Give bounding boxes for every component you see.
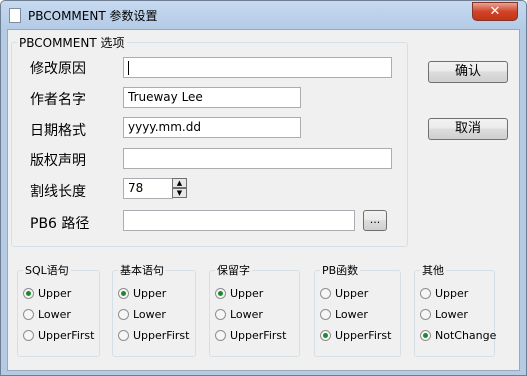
reason-label: 修改原因 [30, 61, 86, 77]
author-label: 作者名字 [30, 92, 86, 108]
option-group-legend: PB函数 [322, 264, 359, 277]
radio-option-upperfirst[interactable]: UpperFirst [23, 329, 94, 342]
browse-button[interactable]: ... [363, 210, 387, 231]
radio-option-upperfirst[interactable]: UpperFirst [118, 329, 189, 342]
radio-button-icon[interactable] [420, 287, 431, 299]
option-group-legend: SQL语句 [25, 264, 69, 277]
radio-option-lower[interactable]: Lower [420, 308, 468, 321]
radio-button-icon[interactable] [118, 287, 129, 299]
radio-label: UpperFirst [335, 329, 392, 342]
radio-button-icon[interactable] [23, 308, 34, 320]
line-length-stepper[interactable]: ▲ ▼ [172, 178, 187, 199]
radio-option-lower[interactable]: Lower [23, 308, 71, 321]
radio-button-icon[interactable] [420, 329, 431, 341]
option-group-legend: 其他 [422, 264, 444, 277]
text-caret [128, 60, 129, 75]
radio-button-icon[interactable] [320, 287, 331, 299]
spin-up-icon[interactable]: ▲ [172, 178, 187, 188]
radio-button-icon[interactable] [23, 287, 34, 299]
radio-label: NotChange [435, 329, 497, 342]
radio-button-icon[interactable] [118, 308, 129, 320]
radio-button-icon[interactable] [215, 287, 226, 299]
radio-option-upperfirst[interactable]: UpperFirst [320, 329, 391, 342]
date-format-input[interactable]: yyyy.mm.dd [123, 117, 301, 138]
radio-option-upper[interactable]: Upper [215, 287, 263, 300]
pb6-path-label: PB6 路径 [30, 216, 90, 232]
radio-button-icon[interactable] [118, 329, 129, 341]
radio-label: UpperFirst [38, 329, 95, 342]
radio-label: Upper [435, 287, 469, 300]
radio-label: Lower [335, 308, 368, 321]
radio-label: Lower [435, 308, 468, 321]
close-button[interactable]: ✕ [472, 2, 518, 21]
radio-option-upper[interactable]: Upper [23, 287, 71, 300]
spin-down-icon[interactable]: ▼ [172, 188, 187, 198]
window-icon [9, 8, 21, 23]
radio-option-upper[interactable]: Upper [420, 287, 468, 300]
line-length-label: 割线长度 [30, 184, 86, 200]
pb6-path-input[interactable] [123, 210, 355, 231]
radio-button-icon[interactable] [215, 308, 226, 320]
radio-button-icon[interactable] [320, 308, 331, 320]
ok-button[interactable]: 确认 [428, 61, 508, 83]
radio-button-icon[interactable] [23, 329, 34, 341]
option-group-legend: 基本语句 [120, 264, 164, 277]
title-bar[interactable]: PBCOMMENT 参数设置 ✕ [1, 1, 526, 29]
cancel-button[interactable]: 取消 [428, 118, 508, 140]
radio-button-icon[interactable] [215, 329, 226, 341]
radio-label: Lower [133, 308, 166, 321]
radio-label: Lower [38, 308, 71, 321]
options-group-legend: PBCOMMENT 选项 [19, 36, 125, 50]
radio-label: UpperFirst [230, 329, 287, 342]
dialog-window: PBCOMMENT 参数设置 ✕ PBCOMMENT 选项 修改原因 作者名字 … [0, 0, 527, 376]
radio-label: UpperFirst [133, 329, 190, 342]
date-format-label: 日期格式 [30, 123, 86, 139]
radio-option-lower[interactable]: Lower [118, 308, 166, 321]
author-input[interactable]: Trueway Lee [123, 87, 301, 108]
radio-label: Lower [230, 308, 263, 321]
radio-label: Upper [38, 287, 72, 300]
radio-option-upperfirst[interactable]: UpperFirst [215, 329, 286, 342]
radio-label: Upper [133, 287, 167, 300]
radio-option-lower[interactable]: Lower [215, 308, 263, 321]
copyright-input[interactable] [123, 148, 392, 169]
dialog-body: PBCOMMENT 选项 修改原因 作者名字 Trueway Lee 日期格式 … [7, 29, 520, 371]
radio-option-upper[interactable]: Upper [118, 287, 166, 300]
radio-option-upper[interactable]: Upper [320, 287, 368, 300]
radio-button-icon[interactable] [420, 308, 431, 320]
radio-button-icon[interactable] [320, 329, 331, 341]
window-title: PBCOMMENT 参数设置 [28, 9, 158, 23]
radio-option-lower[interactable]: Lower [320, 308, 368, 321]
radio-label: Upper [230, 287, 264, 300]
copyright-label: 版权声明 [30, 153, 86, 169]
reason-input[interactable] [123, 57, 392, 78]
radio-label: Upper [335, 287, 369, 300]
option-group-legend: 保留字 [217, 264, 250, 277]
line-length-input[interactable]: 78 [123, 178, 173, 199]
radio-option-notchange[interactable]: NotChange [420, 329, 496, 342]
